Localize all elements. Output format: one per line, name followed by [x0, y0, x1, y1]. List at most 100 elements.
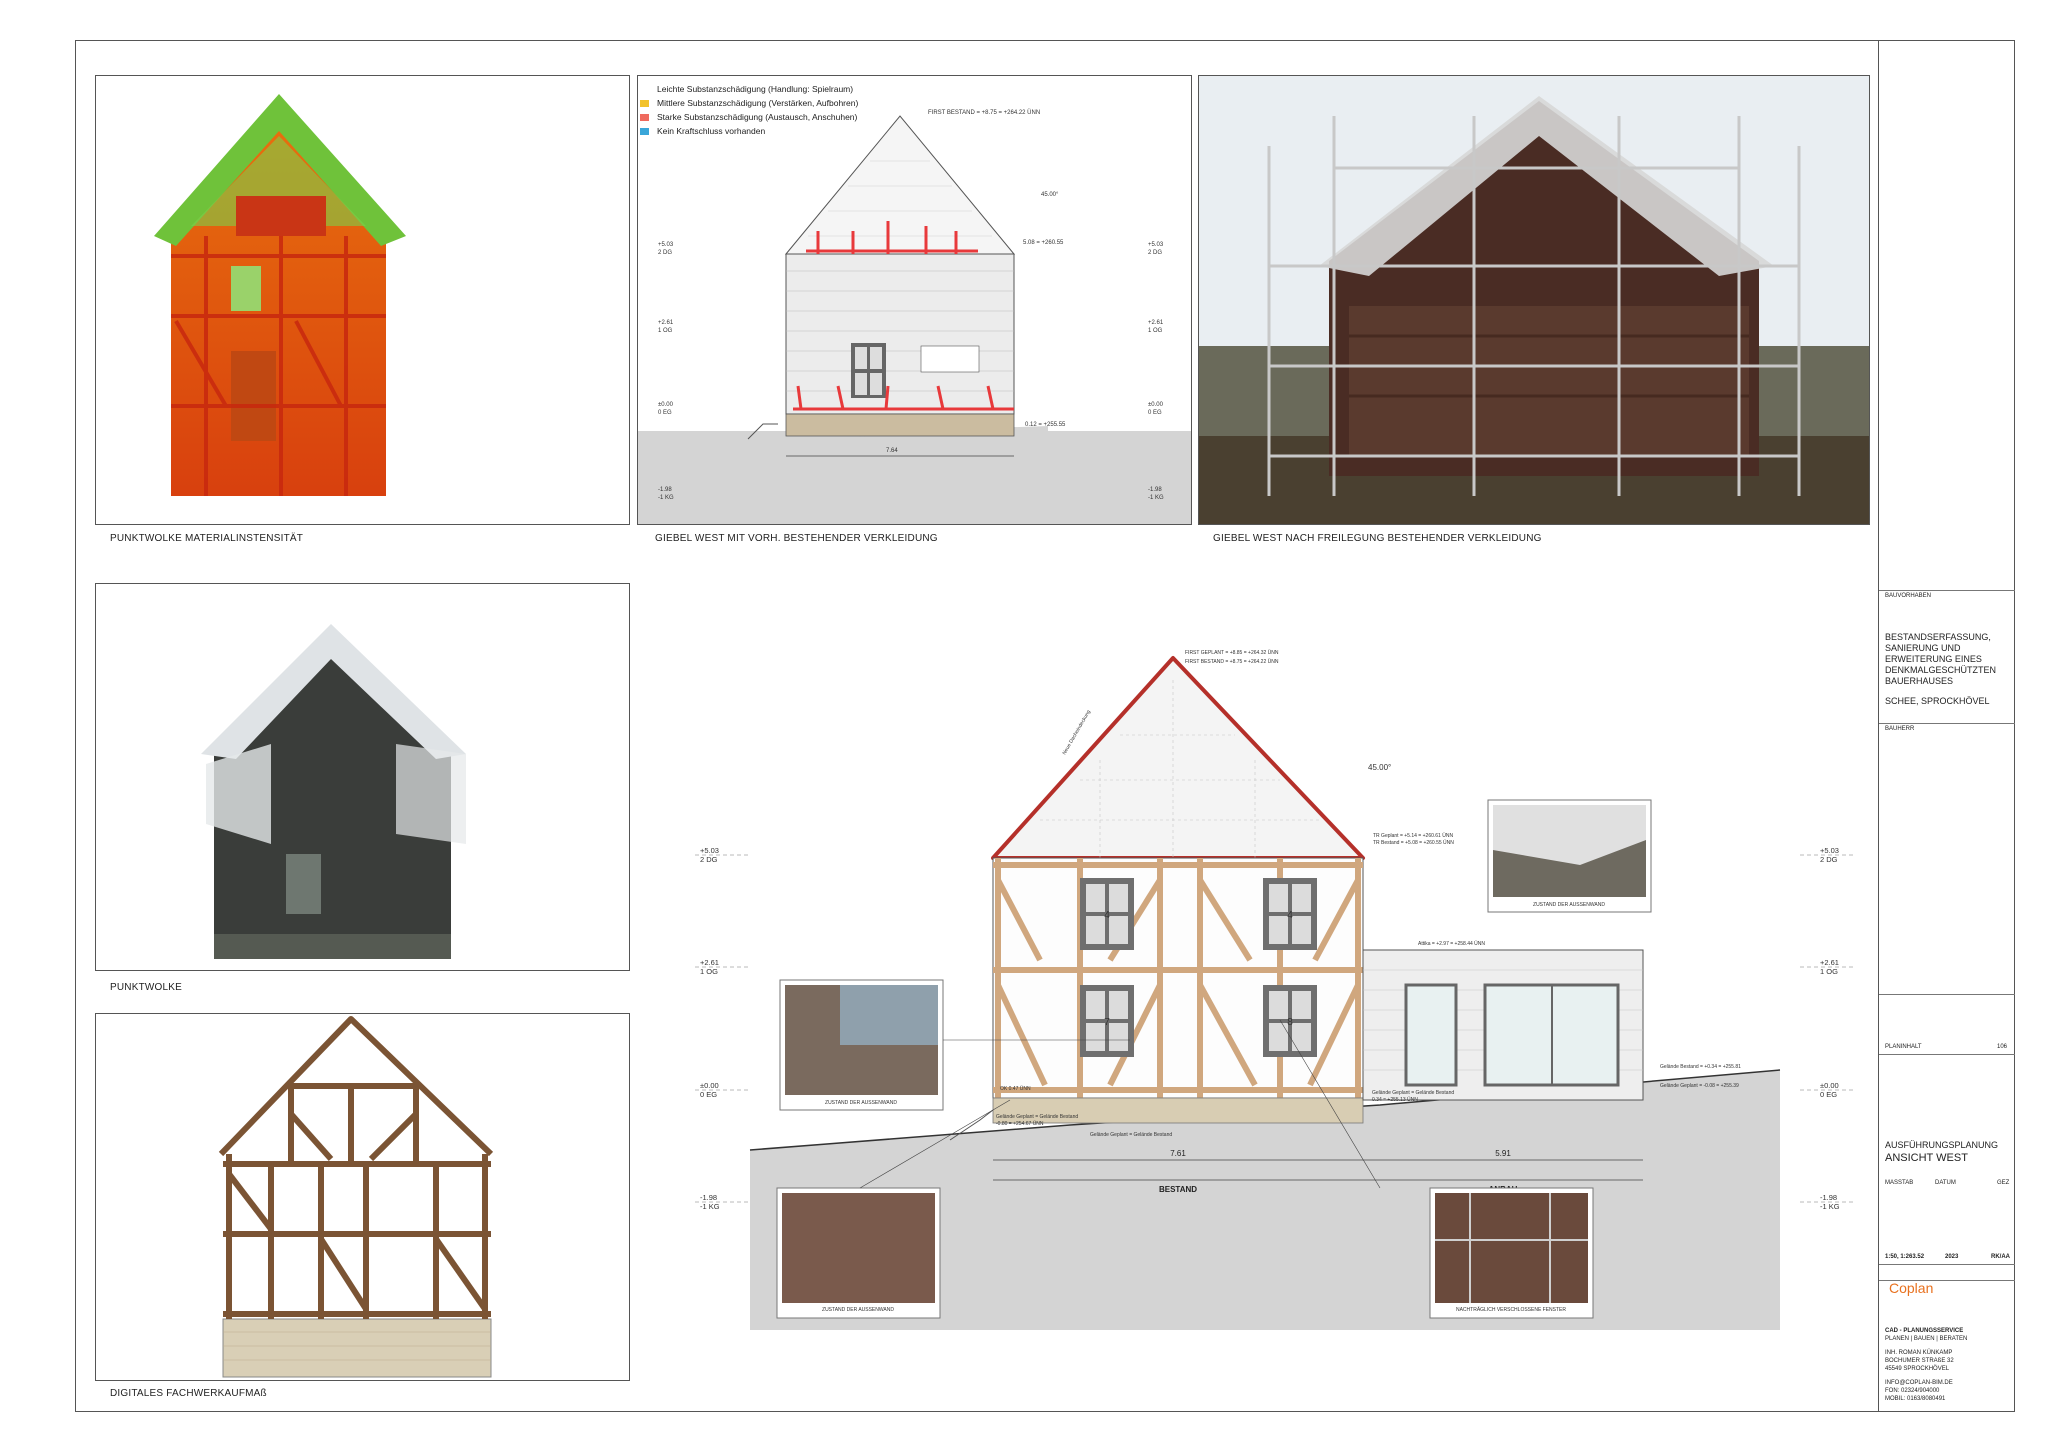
first-existing-label: FIRST BESTAND = +8.75 = +264.22 ÜNN — [1185, 658, 1279, 665]
gable-elevation-drawing: +5.03 2 DG +2.61 1 OG ±0.00 0 EG -1.98 -… — [638, 109, 1191, 524]
window-number: 4 — [1287, 910, 1293, 921]
panel-gable-west-photo — [1198, 75, 1870, 525]
lvl-kg-name-main-right: -1 KG — [1820, 1202, 1840, 1211]
gel-left-label: Gelände Geplant = Gelände Bestand — [996, 1114, 1078, 1120]
panel-digital-framework — [95, 1013, 630, 1381]
gel-planned-label: Gelände Geplant = Gelände Bestand — [1372, 1090, 1454, 1096]
plan-phase: AUSFÜHRUNGSPLANUNG — [1885, 1140, 1999, 1150]
gel-existing-label: Gelände Bestand = +0.34 = +255.81 — [1660, 1064, 1741, 1070]
lvl-2dg-main-left: +5.03 — [700, 846, 719, 855]
gez-label: GEZ — [1997, 1180, 2010, 1186]
gel-planned2-label: Gelände Geplant = -0.08 = +255.39 — [1660, 1083, 1739, 1089]
dach-label: Neue Dacheindeckung — [1062, 709, 1093, 756]
lvl-0eg-main-right: ±0.00 — [1820, 1081, 1839, 1090]
massstab-value: 1:50, 1:263.52 — [1885, 1254, 1925, 1260]
pointcloud-image — [201, 624, 466, 959]
timber-frame-drawing — [218, 1016, 494, 1378]
caption-gable-west-cladding: GIEBEL WEST MIT VORH. BESTEHENDER VERKLE… — [655, 533, 938, 544]
roof-angle-main: 45.00° — [1368, 763, 1391, 772]
company-email: INFO@COPLAN-BIM.DE — [1885, 1380, 1953, 1386]
lvl-2dg-left: +5.03 — [658, 242, 674, 248]
plinth-label: 0.12 = +255.55 — [1025, 422, 1066, 428]
datum-value: 2023 — [1945, 1254, 1959, 1260]
datum-label: DATUM — [1935, 1180, 1956, 1186]
inset-caption: ZUSTAND DER AUSSENWAND — [822, 1307, 894, 1313]
inset-caption: ZUSTAND DER AUSSENWAND — [1533, 902, 1605, 908]
window-number: 8 — [1287, 1017, 1293, 1028]
company-mobile: MOBIL: 0163/8080491 — [1885, 1396, 1946, 1402]
lvl-kg-right: -1.98 — [1148, 487, 1162, 493]
lvl-1og-right: +2.61 — [1148, 320, 1164, 326]
plan-view: ANSICHT WEST — [1885, 1152, 1968, 1164]
legend-item: Kein Kraftschluss vorhanden — [640, 124, 858, 138]
dim-anbau: 5.91 — [1495, 1149, 1511, 1158]
legend-item: Starke Substanzschädigung (Austausch, An… — [640, 110, 858, 124]
caption-gable-west-photo: GIEBEL WEST NACH FREILEGUNG BESTEHENDER … — [1213, 533, 1542, 544]
legend-item: Leichte Substanzschädigung (Handlung: Sp… — [640, 82, 858, 96]
lvl-kg-name-left: -1 KG — [658, 495, 674, 501]
legend-label: Mittlere Substanzschädigung (Verstärken,… — [657, 98, 859, 108]
gel-left2-label: -0.80 = +254.67 ÜNN — [996, 1120, 1044, 1127]
lvl-0eg-name-left: 0 EG — [658, 410, 672, 416]
main-elevation-west: 4 4 7 8 7.61 5.91 BESTAND ANBAU +5.03 2 … — [695, 649, 1855, 1330]
window-number: 7 — [1104, 1017, 1110, 1028]
first-label: FIRST BESTAND = +8.75 = +264.22 ÜNN — [928, 109, 1040, 116]
lvl-2dg-main-right: +5.03 — [1820, 846, 1839, 855]
caption-pointcloud: PUNKTWOLKE — [110, 982, 183, 993]
bauherr-label: BAUHERR — [1885, 726, 1915, 732]
lvl-kg-name-main-left: -1 KG — [700, 1202, 720, 1211]
legend-label: Kein Kraftschluss vorhanden — [657, 126, 766, 136]
tr-planned-label: TR Geplant = +5.14 = +260.61 ÜNN — [1373, 832, 1453, 839]
lvl-0eg-name-main-left: 0 EG — [700, 1090, 717, 1099]
title-block: BAUVORHABEN BESTANDSERFASSUNG, SANIERUNG… — [1878, 40, 2015, 1412]
company-city: 45549 SPROCKHÖVEL — [1885, 1366, 1950, 1372]
pointcloud-intensity-image — [154, 94, 406, 496]
inset-photo-bottom-left: ZUSTAND DER AUSSENWAND — [776, 1187, 941, 1319]
bauvorhaben-label: BAUVORHABEN — [1885, 593, 1932, 599]
lvl-1og-left: +2.61 — [658, 320, 674, 326]
lvl-1og-main-left: +2.61 — [700, 958, 719, 967]
lvl-0eg-name-main-right: 0 EG — [1820, 1090, 1837, 1099]
lvl-0eg-name-right: 0 EG — [1148, 410, 1162, 416]
lvl-0eg-main-left: ±0.00 — [700, 1081, 719, 1090]
inset-caption: NACHTRÄGLICH VERSCHLOSSENE FENSTER — [1456, 1306, 1566, 1313]
lvl-2dg-name-left: 2 DG — [658, 250, 672, 256]
plan-number: 106 — [1997, 1044, 2008, 1050]
legend-swatch-medium — [640, 99, 649, 107]
legend-label: Leichte Substanzschädigung (Handlung: Sp… — [657, 84, 854, 94]
gel-mid-label: 0.34 = +255.13 ÜNN — [1372, 1096, 1418, 1103]
gel-bottom-label: Gelände Geplant = Gelände Bestand — [1090, 1132, 1172, 1138]
company-phone: FON: 02324/904000 — [1885, 1388, 1940, 1394]
lvl-2dg-right: +5.03 — [1148, 242, 1164, 248]
legend-item: Mittlere Substanzschädigung (Verstärken,… — [640, 96, 858, 110]
eave-label: 5.08 = +260.55 — [1023, 240, 1064, 246]
gez-value: RK/AA — [1991, 1254, 2010, 1260]
legend-swatch-light — [640, 86, 649, 93]
inset-photo-bottom-right: NACHTRÄGLICH VERSCHLOSSENE FENSTER — [1429, 1187, 1594, 1319]
company-logo-text: Coplan — [1889, 1280, 1934, 1296]
lvl-1og-name-main-left: 1 OG — [700, 967, 718, 976]
window-number: 4 — [1104, 910, 1110, 921]
tr-existing-label: TR Bestand = +5.08 = +260.55 ÜNN — [1373, 839, 1454, 846]
company-sub: PLANEN | BAUEN | BERATEN — [1885, 1336, 1968, 1342]
panel-gable-west-cladding: +5.03 2 DG +2.61 1 OG ±0.00 0 EG -1.98 -… — [637, 75, 1192, 525]
panel-pointcloud-intensity — [95, 75, 630, 525]
inset-caption: ZUSTAND DER AUSSENWAND — [825, 1100, 897, 1106]
lvl-2dg-name-main-right: 2 DG — [1820, 855, 1838, 864]
company-street: BOCHUMER STRAßE 32 — [1885, 1358, 1954, 1364]
company-name: CAD - PLANUNGSSERVICE — [1885, 1328, 1964, 1334]
label-bestand: BESTAND — [1159, 1185, 1197, 1194]
inset-photo-top-right: ZUSTAND DER AUSSENWAND — [1487, 799, 1652, 913]
inset-photo-mid-left: ZUSTAND DER AUSSENWAND — [779, 979, 944, 1111]
ok-planned-label: OK 0.47 ÜNN — [1000, 1085, 1031, 1092]
company-owner: INH. ROMAN KÜNKAMP — [1885, 1350, 1953, 1356]
width-label: 7.64 — [886, 448, 898, 454]
caption-pointcloud-intensity: PUNKTWOLKE MATERIALINSTENSITÄT — [110, 533, 304, 544]
attika-label: Attika = +2.97 = +258.44 ÜNN — [1418, 940, 1485, 947]
scaffold-photo — [1199, 76, 1869, 524]
massstab-label: MASSTAB — [1885, 1180, 1914, 1186]
dim-bestand: 7.61 — [1170, 1149, 1186, 1158]
lvl-0eg-left: ±0.00 — [658, 402, 674, 408]
legend-swatch-noforce — [640, 127, 649, 135]
company-logo-sub: BIM — [1889, 1300, 1904, 1309]
